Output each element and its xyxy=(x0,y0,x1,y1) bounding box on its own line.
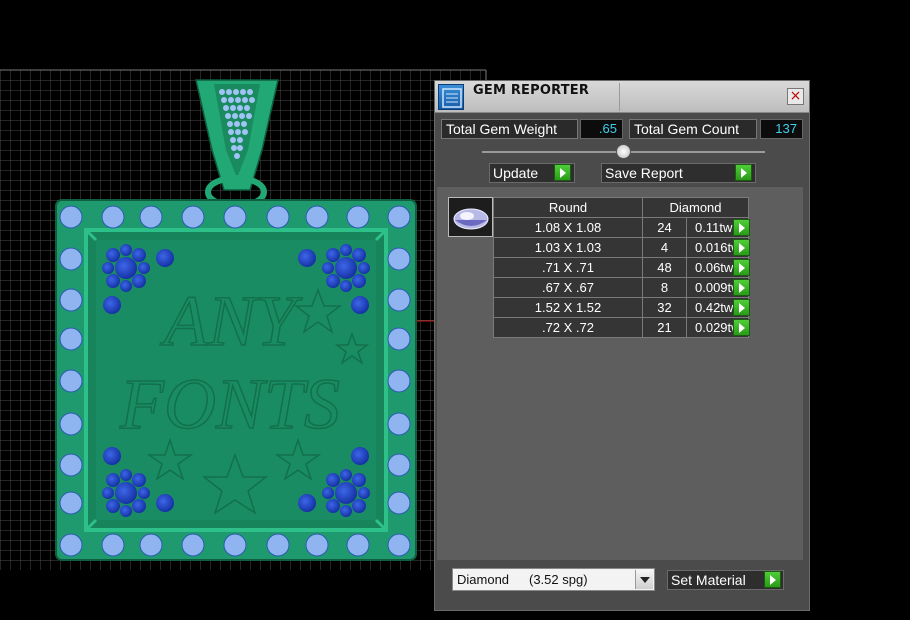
gem-count-cell: 21 xyxy=(642,317,687,338)
gem-weight-cell: 0.016tw xyxy=(686,237,750,258)
round-diamond-thumbnail[interactable] xyxy=(448,197,493,237)
update-button-label: Update xyxy=(493,165,539,181)
row-go-icon[interactable] xyxy=(733,279,750,296)
engraved-text-line1: ANY xyxy=(160,281,303,361)
gem-count-cell: 32 xyxy=(642,297,687,318)
total-gem-count-value: 137 xyxy=(760,119,803,139)
save-report-button-label: Save Report xyxy=(605,165,683,181)
gem-size-cell: 1.08 X 1.08 xyxy=(493,217,643,238)
update-go-icon[interactable] xyxy=(554,164,571,181)
gem-weight-cell: 0.42tw xyxy=(686,297,750,318)
panel-titlebar[interactable]: GEM REPORTER × xyxy=(435,81,809,113)
save-report-button[interactable]: Save Report xyxy=(601,163,756,183)
total-gem-count-label: Total Gem Count xyxy=(629,119,757,139)
column-header-material: Diamond xyxy=(642,197,749,218)
gem-size-cell: 1.03 X 1.03 xyxy=(493,237,643,258)
gem-weight-text: 0.06tw xyxy=(695,260,734,275)
gem-size-cell: .72 X .72 xyxy=(493,317,643,338)
total-gem-weight-label: Total Gem Weight xyxy=(441,119,578,139)
gem-list-area: Round Diamond 1.08 X 1.08 24 0.11tw 1.03… xyxy=(437,187,803,560)
gem-weight-cell: 0.009tw xyxy=(686,277,750,298)
gem-weight-cell: 0.11tw xyxy=(686,217,750,238)
table-row: 1.52 X 1.52 32 0.42tw xyxy=(493,297,750,318)
table-row: 1.03 X 1.03 4 0.016tw xyxy=(493,237,750,258)
panel-title: GEM REPORTER xyxy=(473,83,590,98)
close-icon[interactable]: × xyxy=(787,88,804,105)
engraved-text-line2: FONTS xyxy=(119,364,340,444)
set-material-go-icon[interactable] xyxy=(764,571,781,588)
gem-weight-text: 0.42tw xyxy=(695,300,734,315)
gem-reporter-app-icon xyxy=(438,84,464,110)
gem-table: Round Diamond 1.08 X 1.08 24 0.11tw 1.03… xyxy=(493,197,750,338)
row-go-icon[interactable] xyxy=(733,219,750,236)
save-report-go-icon[interactable] xyxy=(735,164,752,181)
table-row: .72 X .72 21 0.029tw xyxy=(493,317,750,338)
row-go-icon[interactable] xyxy=(733,299,750,316)
set-material-button[interactable]: Set Material xyxy=(667,570,784,590)
row-go-icon[interactable] xyxy=(733,239,750,256)
chevron-down-icon[interactable] xyxy=(635,570,653,589)
material-dropdown[interactable]: Diamond (3.52 spg) xyxy=(452,568,655,591)
table-row: .67 X .67 8 0.009tw xyxy=(493,277,750,298)
gem-count-cell: 24 xyxy=(642,217,687,238)
table-row: .71 X .71 48 0.06tw xyxy=(493,257,750,278)
material-spg: (3.52 spg) xyxy=(529,572,588,587)
set-material-button-label: Set Material xyxy=(671,572,746,588)
slider-thumb[interactable] xyxy=(616,144,631,159)
gem-weight-text: 0.11tw xyxy=(695,220,733,235)
gem-size-cell: 1.52 X 1.52 xyxy=(493,297,643,318)
update-button[interactable]: Update xyxy=(489,163,575,183)
gem-size-cell: .67 X .67 xyxy=(493,277,643,298)
material-name: Diamond xyxy=(457,572,510,587)
row-go-icon[interactable] xyxy=(733,259,750,276)
table-row: 1.08 X 1.08 24 0.11tw xyxy=(493,217,750,238)
titlebar-divider xyxy=(619,83,620,111)
gem-weight-cell: 0.06tw xyxy=(686,257,750,278)
total-gem-weight-value: .65 xyxy=(580,119,623,139)
gem-count-cell: 48 xyxy=(642,257,687,278)
gem-reporter-panel: GEM REPORTER × Total Gem Weight .65 Tota… xyxy=(434,80,810,611)
gem-count-cell: 8 xyxy=(642,277,687,298)
gem-weight-cell: 0.029tw xyxy=(686,317,750,338)
column-header-shape: Round xyxy=(493,197,643,218)
gem-size-cell: .71 X .71 xyxy=(493,257,643,278)
gem-count-cell: 4 xyxy=(642,237,687,258)
row-go-icon[interactable] xyxy=(733,319,750,336)
